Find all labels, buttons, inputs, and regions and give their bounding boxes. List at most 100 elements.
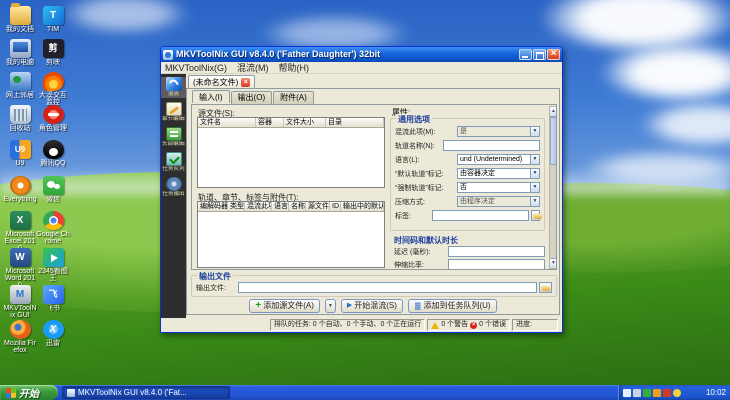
minimize-button[interactable] bbox=[519, 49, 532, 60]
sidebar-item-job-queue[interactable]: 任务队列 bbox=[161, 152, 186, 173]
desktop-icon-everything[interactable]: Everything bbox=[3, 176, 37, 203]
output-file-input[interactable] bbox=[238, 282, 537, 293]
chevron-down-icon: ▼ bbox=[530, 155, 539, 164]
start-button[interactable]: 开始 bbox=[0, 385, 58, 400]
desktop-icon-wechat[interactable]: 微信 bbox=[36, 176, 70, 203]
menu-help[interactable]: 帮助(H) bbox=[279, 62, 310, 73]
taskbar: 开始 MKVToolNix GUI v8.4.0 ('Fat... 10:02 bbox=[0, 385, 730, 400]
sidebar-item-merge[interactable]: 混流 bbox=[161, 77, 186, 98]
desktop-icon-role-manager[interactable]: 角色管理 bbox=[36, 105, 70, 132]
tray-icon-1[interactable] bbox=[623, 389, 631, 397]
desktop-icon-network[interactable]: 网上邻居 bbox=[3, 72, 37, 99]
taskbar-item-mkvtoolnix[interactable]: MKVToolNix GUI v8.4.0 ('Fat... bbox=[62, 386, 230, 399]
col-filesize[interactable]: 文件大小 bbox=[284, 118, 326, 127]
properties-scrollbar[interactable] bbox=[549, 106, 557, 269]
word-icon bbox=[10, 248, 31, 267]
tray-icon-2[interactable] bbox=[633, 389, 641, 397]
forced-track-flag-select[interactable]: 否▼ bbox=[457, 182, 540, 193]
col-id[interactable]: ID bbox=[330, 202, 341, 211]
tab-close-icon[interactable]: × bbox=[241, 78, 250, 87]
tray-icon-6[interactable] bbox=[673, 389, 681, 397]
source-files-table[interactable]: 文件名 容器 文件大小 目录 bbox=[197, 117, 385, 188]
desktop-icon-excel[interactable]: Microsoft Excel 2010 bbox=[3, 211, 37, 252]
stretch-input[interactable] bbox=[448, 259, 545, 270]
general-options-title: 通用选项 bbox=[396, 114, 432, 125]
cloud bbox=[640, 100, 730, 145]
col-default-track[interactable]: 输出中的默认轨道 bbox=[341, 202, 384, 211]
taskbar-clock[interactable]: 10:02 bbox=[706, 388, 726, 397]
desktop-icon-recycle-bin[interactable]: 回收站 bbox=[3, 105, 37, 132]
col-name[interactable]: 名称 bbox=[289, 202, 306, 211]
desktop-icon-mkvtoolnix[interactable]: MKVToolNix GUI bbox=[3, 285, 37, 319]
tab-output[interactable]: 输出(O) bbox=[231, 91, 273, 104]
browse-folder-icon[interactable] bbox=[539, 282, 552, 293]
tags-input[interactable] bbox=[432, 210, 529, 221]
default-track-flag-select[interactable]: 由容器决定▼ bbox=[457, 168, 540, 179]
desktop-icon-xunlei[interactable]: 迅雷 bbox=[36, 320, 70, 347]
add-to-job-queue-button[interactable]: ≣添加到任务队列(U) bbox=[408, 299, 497, 313]
browse-folder-icon[interactable] bbox=[531, 210, 540, 221]
col-filename[interactable]: 文件名 bbox=[198, 118, 256, 127]
icon-label: 剪映 bbox=[36, 59, 70, 66]
col-language[interactable]: 语言 bbox=[272, 202, 289, 211]
document-tab[interactable]: (未命名文件) × bbox=[188, 75, 255, 88]
desktop-icon-qq[interactable]: 腾讯QQ bbox=[36, 140, 70, 167]
track-name-input[interactable] bbox=[443, 140, 540, 151]
sidebar-item-job-output[interactable]: 任务输出 bbox=[161, 177, 186, 198]
desktop-icon-tim[interactable]: TIM bbox=[36, 6, 70, 33]
sidebar-item-header-editor[interactable]: 头部编辑器 bbox=[161, 127, 186, 148]
tab-attachments[interactable]: 附件(A) bbox=[273, 91, 314, 104]
add-source-files-dropdown[interactable]: ▼ bbox=[325, 299, 336, 313]
window-titlebar[interactable]: MKVToolNix GUI v8.4.0 ('Father Daughter'… bbox=[161, 47, 562, 62]
icon-label: Google Chrome bbox=[36, 231, 70, 245]
icon-label: Mozilla Firefox bbox=[3, 340, 37, 354]
job-output-icon bbox=[166, 177, 182, 191]
desktop-icon-my-computer[interactable]: 我的电脑 bbox=[3, 39, 37, 66]
col-directory[interactable]: 目录 bbox=[326, 118, 384, 127]
mux-this-label: 混流此项(M): bbox=[395, 127, 457, 137]
delay-input[interactable] bbox=[448, 246, 545, 257]
desktop-icon-word[interactable]: Microsoft Word 2010 bbox=[3, 248, 37, 289]
recycle-bin-icon bbox=[10, 105, 31, 124]
sidebar-item-chapter-editor[interactable]: 章节编辑器 bbox=[161, 102, 186, 123]
scrollbar-thumb[interactable] bbox=[550, 117, 557, 165]
desktop-icon-jianying[interactable]: 剪映 bbox=[36, 39, 70, 66]
desktop-icon-firefox[interactable]: Mozilla Firefox bbox=[3, 320, 37, 354]
tab-input[interactable]: 输入(I) bbox=[192, 90, 230, 103]
col-type[interactable]: 类型 bbox=[228, 202, 245, 211]
default-track-flag-label: “默认轨道”标记: bbox=[395, 169, 457, 179]
tray-icon-4[interactable] bbox=[653, 389, 661, 397]
desktop-icon-feishu[interactable]: 飞书 bbox=[36, 285, 70, 312]
menu-merge[interactable]: 混流(M) bbox=[237, 62, 269, 73]
desktop-icon-chrome[interactable]: Google Chrome bbox=[36, 211, 70, 245]
chapter-editor-icon bbox=[166, 102, 182, 116]
tracks-table[interactable]: 编解码器 类型 混流此项 语言 名称 源文件 ID 输出中的默认轨道 bbox=[197, 201, 385, 268]
error-icon: × bbox=[470, 322, 477, 329]
icon-label: TIM bbox=[36, 26, 70, 33]
maximize-button[interactable] bbox=[533, 49, 546, 60]
desktop-icon-my-documents[interactable]: 我的文档 bbox=[3, 6, 37, 33]
col-container[interactable]: 容器 bbox=[256, 118, 284, 127]
sidebar-label: 任务输出 bbox=[162, 191, 185, 197]
desktop-icon-damo[interactable]: 大漠交互监控 bbox=[36, 72, 70, 106]
tray-icon-3[interactable] bbox=[643, 389, 651, 397]
menu-bar: MKVToolNix(G) 混流(M) 帮助(H) bbox=[161, 62, 562, 74]
icon-label: 我的电脑 bbox=[3, 59, 37, 66]
everything-icon bbox=[10, 176, 31, 195]
col-codec[interactable]: 编解码器 bbox=[198, 202, 228, 211]
sidebar-label: 头部编辑器 bbox=[162, 141, 185, 147]
menu-mkvtoolnix[interactable]: MKVToolNix(G) bbox=[165, 62, 227, 73]
mux-this-select[interactable]: 是▼ bbox=[457, 126, 540, 137]
mkvtoolnix-window: MKVToolNix GUI v8.4.0 ('Father Daughter'… bbox=[160, 46, 563, 333]
language-select[interactable]: und (Undetermined)▼ bbox=[457, 154, 540, 165]
tray-icon-5[interactable] bbox=[663, 389, 671, 397]
merge-page: 输入(I) 输出(O) 附件(A) 源文件(S): 文件名 容器 文件大小 目录… bbox=[186, 88, 560, 315]
desktop-icon-2345[interactable]: 2345看图王 bbox=[36, 248, 70, 282]
close-button[interactable] bbox=[547, 49, 560, 60]
col-mux-this[interactable]: 混流此项 bbox=[245, 202, 272, 211]
start-muxing-button[interactable]: ▶开始混流(S) bbox=[341, 299, 403, 313]
desktop-icon-u9[interactable]: U9 bbox=[3, 140, 37, 167]
col-source-file[interactable]: 源文件 bbox=[306, 202, 330, 211]
compression-select[interactable]: 由程序决定▼ bbox=[457, 196, 540, 207]
add-source-files-button[interactable]: +添加源文件(A) bbox=[249, 299, 320, 313]
